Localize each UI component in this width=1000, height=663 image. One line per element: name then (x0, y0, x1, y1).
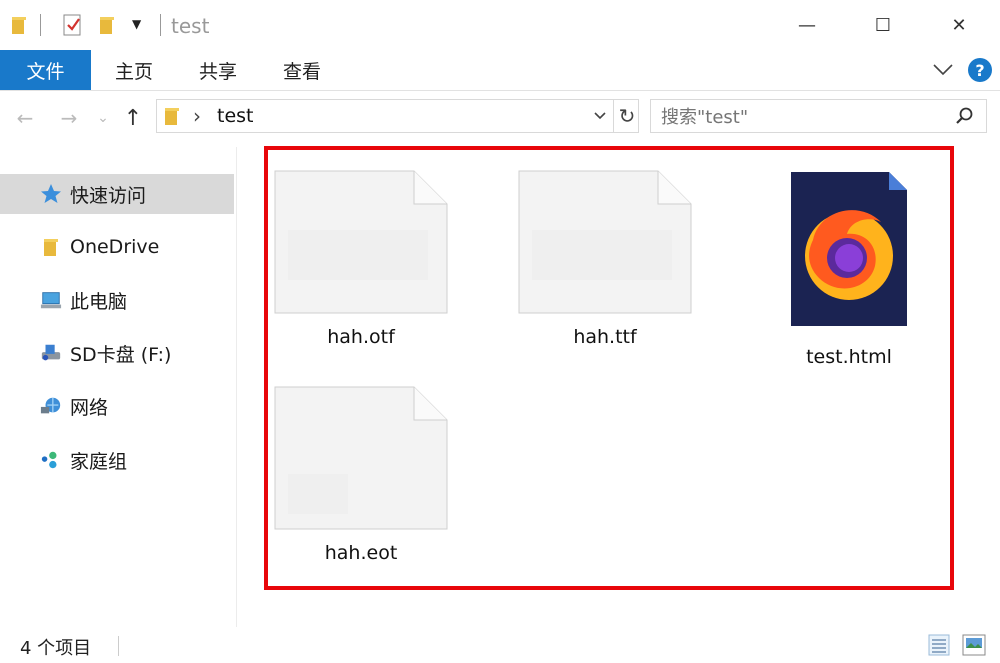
ribbon-tabs: 文件 主页 共享 查看 ? (0, 50, 1000, 91)
tab-share[interactable]: 共享 (177, 50, 259, 90)
window-title: test (171, 14, 210, 38)
status-separator (118, 636, 119, 656)
forward-arrow-icon: → (60, 106, 78, 130)
new-folder-icon[interactable] (98, 15, 116, 39)
sidebar-item-label: 此电脑 (70, 290, 128, 313)
sidebar-item-quick-access[interactable]: 快速访问 (0, 174, 234, 214)
sidebar-item-onedrive[interactable]: OneDrive (0, 227, 234, 267)
chevron-down-icon: ⌄ (97, 110, 109, 126)
toolbar-separator (160, 14, 161, 36)
tab-view[interactable]: 查看 (259, 50, 345, 90)
minimize-button[interactable]: — (784, 0, 830, 50)
tab-label: 共享 (198, 60, 237, 83)
sidebar-item-label: 家庭组 (70, 450, 128, 473)
address-history-dropdown[interactable] (592, 108, 608, 128)
sidebar-item-label: 网络 (70, 396, 109, 419)
sidebar-item-label: SD卡盘 (F:) (70, 343, 172, 366)
highlight-box (264, 146, 954, 590)
recent-locations-button[interactable]: ⌄ (88, 103, 118, 133)
network-icon (40, 395, 62, 417)
up-arrow-icon: ↑ (123, 105, 143, 131)
toolbar-separator (40, 14, 41, 36)
folder-icon (40, 236, 62, 258)
tab-label: 查看 (282, 60, 321, 83)
maximize-icon: ☐ (874, 14, 892, 36)
details-view-icon[interactable] (928, 634, 950, 660)
close-icon: ✕ (951, 14, 967, 36)
tab-label: 文件 (26, 60, 65, 83)
minimize-icon: — (798, 14, 816, 36)
sidebar-item-homegroup[interactable]: 家庭组 (0, 440, 234, 480)
forward-button[interactable]: → (54, 103, 84, 133)
help-button[interactable]: ? (968, 58, 992, 82)
refresh-icon: ↻ (618, 104, 636, 128)
help-icon: ? (975, 60, 985, 80)
tab-home[interactable]: 主页 (91, 50, 177, 90)
tab-label: 主页 (114, 60, 153, 83)
search-icon[interactable] (955, 106, 975, 130)
sidebar-item-network[interactable]: 网络 (0, 386, 234, 426)
sidebar-item-this-pc[interactable]: 此电脑 (0, 280, 234, 320)
title-bar: ▼ test — ☐ ✕ (0, 0, 1000, 50)
navigation-pane: 快速访问 OneDrive 此电脑 SD卡盘 (F:) 网络 家庭组 (0, 147, 237, 627)
homegroup-icon (40, 449, 62, 471)
quick-access-dropdown-icon[interactable]: ▼ (132, 17, 141, 31)
breadcrumb-current[interactable]: test (217, 105, 254, 127)
computer-icon (40, 289, 62, 311)
back-arrow-icon: ← (16, 106, 34, 130)
sidebar-item-label: OneDrive (70, 236, 160, 258)
navigation-bar: ← → ⌄ ↑ › test ↻ (0, 91, 1000, 147)
status-bar: 4 个项目 (0, 628, 1000, 663)
large-icons-view-icon[interactable] (962, 634, 986, 660)
search-input[interactable] (659, 103, 953, 131)
folder-icon (10, 15, 28, 39)
star-icon (40, 183, 62, 205)
close-button[interactable]: ✕ (936, 0, 982, 50)
refresh-button[interactable]: ↻ (613, 100, 640, 132)
up-button[interactable]: ↑ (118, 103, 148, 133)
sidebar-item-sd-drive[interactable]: SD卡盘 (F:) (0, 333, 234, 373)
address-bar[interactable]: › test ↻ (156, 99, 639, 133)
back-button[interactable]: ← (10, 103, 40, 133)
properties-icon[interactable] (62, 13, 84, 41)
sidebar-item-label: 快速访问 (70, 184, 147, 207)
folder-icon (163, 106, 181, 130)
breadcrumb-separator[interactable]: › (193, 104, 201, 128)
search-box[interactable] (650, 99, 987, 133)
drive-icon (40, 342, 62, 364)
expand-ribbon-icon[interactable] (930, 58, 956, 84)
maximize-button[interactable]: ☐ (860, 0, 906, 50)
tab-file[interactable]: 文件 (0, 50, 91, 90)
item-count: 4 个项目 (20, 638, 92, 659)
